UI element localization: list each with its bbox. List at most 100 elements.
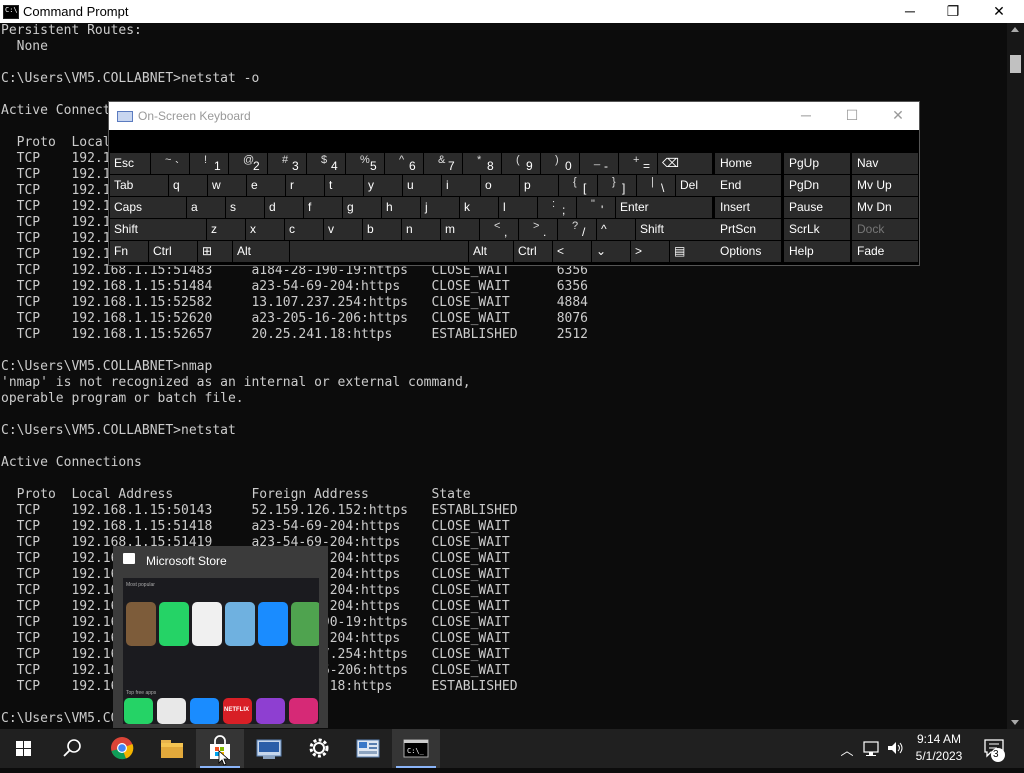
- settings-button[interactable]: [295, 729, 343, 768]
- key-k[interactable]: k: [460, 197, 498, 218]
- key-7[interactable]: & 7: [424, 153, 462, 174]
- key-sym13[interactable]: | \: [637, 175, 675, 196]
- key-p[interactable]: p: [520, 175, 558, 196]
- key-ctrl[interactable]: Ctrl: [514, 241, 552, 262]
- key-sym14[interactable]: ⌫: [658, 153, 712, 174]
- key-sym10[interactable]: ? /: [558, 219, 596, 240]
- key-1[interactable]: ! 1: [190, 153, 228, 174]
- scroll-down-icon[interactable]: [1011, 720, 1019, 725]
- key-0[interactable]: ) 0: [541, 153, 579, 174]
- key-l[interactable]: l: [499, 197, 537, 218]
- network-icon[interactable]: [861, 739, 881, 762]
- key-2[interactable]: @2: [229, 153, 267, 174]
- key-j[interactable]: j: [421, 197, 459, 218]
- show-hidden-icons-button[interactable]: ︿: [838, 740, 856, 759]
- key-tab[interactable]: Tab: [110, 175, 168, 196]
- command-prompt-button[interactable]: C:\_: [392, 729, 440, 768]
- key-prtscn[interactable]: PrtScn: [715, 219, 781, 240]
- remote-desktop-button[interactable]: [245, 729, 293, 768]
- microsoft-store-button[interactable]: [196, 729, 244, 768]
- key-sym7[interactable]: <: [553, 241, 591, 262]
- key-nav[interactable]: Nav: [852, 153, 918, 174]
- key-h[interactable]: h: [382, 197, 420, 218]
- control-panel-button[interactable]: [344, 729, 392, 768]
- key-e[interactable]: e: [247, 175, 285, 196]
- key-space[interactable]: [290, 241, 468, 262]
- key-shift[interactable]: Shift: [636, 219, 716, 240]
- key-sym13[interactable]: + =: [619, 153, 657, 174]
- console-scrollbar[interactable]: [1007, 23, 1024, 729]
- volume-icon[interactable]: [885, 739, 905, 762]
- key-t[interactable]: t: [325, 175, 363, 196]
- key-d[interactable]: d: [265, 197, 303, 218]
- key-caps[interactable]: Caps: [110, 197, 186, 218]
- key-home[interactable]: Home: [715, 153, 781, 174]
- key-esc[interactable]: Esc: [110, 153, 150, 174]
- key-fn[interactable]: Fn: [110, 241, 148, 262]
- key-b[interactable]: b: [363, 219, 401, 240]
- key-ctrl[interactable]: Ctrl: [149, 241, 197, 262]
- key-sym9[interactable]: >: [631, 241, 669, 262]
- chrome-button[interactable]: [98, 729, 146, 768]
- key-i[interactable]: i: [442, 175, 480, 196]
- key-sym8[interactable]: <,: [480, 219, 518, 240]
- key-sym11[interactable]: ^: [597, 219, 635, 240]
- key-end[interactable]: End: [715, 175, 781, 196]
- minimize-button[interactable]: ─: [887, 0, 933, 23]
- key-c[interactable]: c: [285, 219, 323, 240]
- osk-minimize-button[interactable]: ─: [783, 102, 829, 130]
- clock-date[interactable]: 5/1/2023: [906, 749, 972, 763]
- clock-time[interactable]: 9:14 AM: [906, 732, 972, 746]
- osk-maximize-button[interactable]: ☐: [829, 102, 875, 130]
- key-o[interactable]: o: [481, 175, 519, 196]
- key-sym11[interactable]: " ': [577, 197, 615, 218]
- key-pgup[interactable]: PgUp: [784, 153, 850, 174]
- key-z[interactable]: z: [207, 219, 245, 240]
- key-sym11[interactable]: {[: [559, 175, 597, 196]
- key-n[interactable]: n: [402, 219, 440, 240]
- key-4[interactable]: $4: [307, 153, 345, 174]
- key-m[interactable]: m: [441, 219, 479, 240]
- key-u[interactable]: u: [403, 175, 441, 196]
- store-preview[interactable]: Microsoft Store Most popular Top free ap…: [113, 546, 328, 728]
- key-v[interactable]: v: [324, 219, 362, 240]
- key-g[interactable]: g: [343, 197, 381, 218]
- key-mv-dn[interactable]: Mv Dn: [852, 197, 918, 218]
- key-y[interactable]: y: [364, 175, 402, 196]
- key-3[interactable]: #3: [268, 153, 306, 174]
- scroll-up-icon[interactable]: [1011, 27, 1019, 32]
- key-dock[interactable]: Dock: [852, 219, 918, 240]
- maximize-button[interactable]: ❐: [930, 0, 976, 23]
- key-sym1[interactable]: ~ `: [151, 153, 189, 174]
- file-explorer-button[interactable]: [148, 729, 196, 768]
- key-6[interactable]: ^ 6: [385, 153, 423, 174]
- key-scrlk[interactable]: ScrLk: [784, 219, 850, 240]
- search-button[interactable]: [48, 729, 96, 768]
- osk-titlebar[interactable]: On-Screen Keyboard ─ ☐ ✕: [109, 102, 919, 130]
- scroll-thumb[interactable]: [1010, 55, 1021, 73]
- key-r[interactable]: r: [286, 175, 324, 196]
- osk-close-button[interactable]: ✕: [875, 102, 921, 130]
- key-sym12[interactable]: _ -: [580, 153, 618, 174]
- key-sym12[interactable]: }]: [598, 175, 636, 196]
- key-5[interactable]: % 5: [346, 153, 384, 174]
- key-insert[interactable]: Insert: [715, 197, 781, 218]
- key-sym10[interactable]: :;: [538, 197, 576, 218]
- key-fade[interactable]: Fade: [852, 241, 918, 262]
- key-mv-up[interactable]: Mv Up: [852, 175, 918, 196]
- key-9[interactable]: (9: [502, 153, 540, 174]
- key-shift[interactable]: Shift: [110, 219, 206, 240]
- key-x[interactable]: x: [246, 219, 284, 240]
- key-q[interactable]: q: [169, 175, 207, 196]
- key-options[interactable]: Options: [715, 241, 781, 262]
- key-enter[interactable]: Enter: [616, 197, 712, 218]
- notification-center-button[interactable]: 3: [982, 737, 1010, 763]
- key-sym9[interactable]: >.: [519, 219, 557, 240]
- key-alt[interactable]: Alt: [233, 241, 289, 262]
- key-f[interactable]: f: [304, 197, 342, 218]
- key-sym2[interactable]: ⊞: [198, 241, 232, 262]
- key-pgdn[interactable]: PgDn: [784, 175, 850, 196]
- key-w[interactable]: w: [208, 175, 246, 196]
- key-sym8[interactable]: ⌄: [592, 241, 630, 262]
- key-sym10[interactable]: ▤: [670, 241, 716, 262]
